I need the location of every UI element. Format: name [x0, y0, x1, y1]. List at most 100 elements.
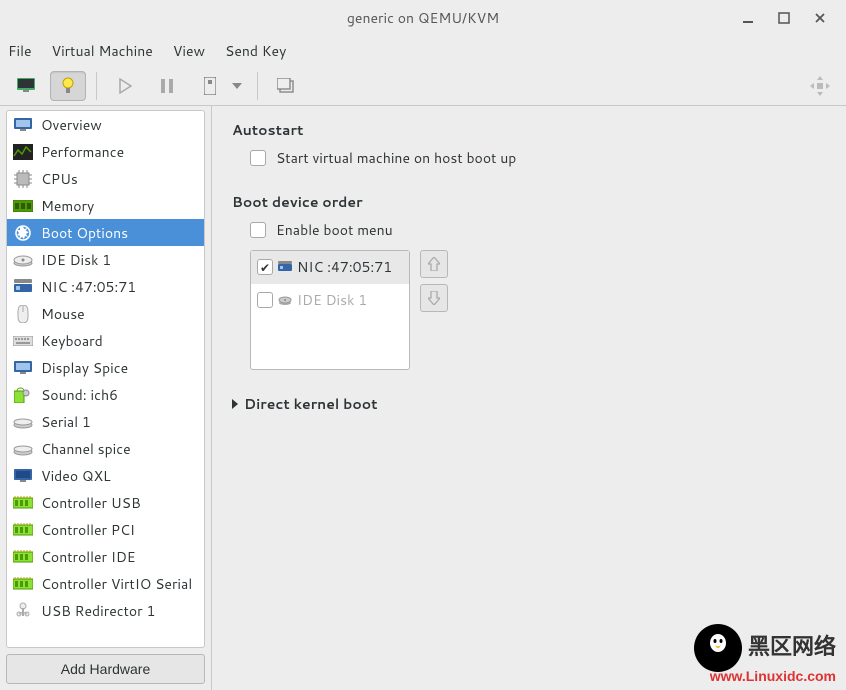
sidebar-item-label: Overview — [41, 115, 102, 135]
boot-device-label: NIC :47:05:71 — [297, 257, 392, 277]
sidebar-item-icon — [13, 196, 33, 216]
sidebar-item-cpus[interactable]: CPUs — [7, 165, 204, 192]
sidebar-item-label: Sound: ich6 — [41, 385, 118, 405]
close-icon — [814, 12, 826, 24]
add-hardware-button[interactable]: Add Hardware — [6, 654, 205, 684]
arrow-up-icon — [428, 257, 440, 271]
autostart-label: Start virtual machine on host boot up — [276, 148, 516, 168]
sidebar-item-video-qxl[interactable]: Video QXL — [7, 462, 204, 489]
snapshot-button[interactable] — [268, 71, 304, 101]
sidebar-item-icon — [13, 331, 33, 351]
sidebar-item-controller-virtio-serial[interactable]: Controller VirtIO Serial — [7, 570, 204, 597]
boot-device-row[interactable]: NIC :47:05:71 — [251, 251, 409, 284]
boot-device-label: IDE Disk 1 — [297, 290, 367, 310]
sidebar-item-nic-47-05-71[interactable]: NIC :47:05:71 — [7, 273, 204, 300]
sidebar-item-boot-options[interactable]: Boot Options — [7, 219, 204, 246]
menu-virtual-machine[interactable]: Virtual Machine — [52, 41, 153, 61]
sidebar-item-label: Performance — [41, 142, 124, 162]
sidebar-item-icon — [13, 277, 33, 297]
disk-icon — [277, 292, 293, 308]
menu-view[interactable]: View — [173, 41, 205, 61]
menu-send-key[interactable]: Send Key — [225, 41, 286, 61]
chevron-down-icon — [232, 83, 242, 89]
enable-boot-menu-checkbox[interactable] — [250, 222, 266, 238]
sidebar-item-icon — [13, 574, 33, 594]
toolbar — [0, 66, 846, 106]
sidebar-item-label: Controller VirtIO Serial — [41, 574, 192, 594]
boot-device-checkbox[interactable] — [257, 259, 273, 275]
autostart-row[interactable]: Start virtual machine on host boot up — [232, 148, 826, 168]
sidebar-item-icon — [13, 601, 33, 621]
sidebar-item-label: Mouse — [41, 304, 85, 324]
shutdown-menu-arrow[interactable] — [227, 71, 247, 101]
sidebar-item-icon — [13, 223, 33, 243]
shutdown-button[interactable] — [191, 71, 227, 101]
sidebar-item-overview[interactable]: Overview — [7, 111, 204, 138]
autostart-section: Autostart Start virtual machine on host … — [232, 120, 826, 168]
maximize-button[interactable] — [778, 12, 790, 24]
sidebar-item-icon — [13, 115, 33, 135]
sidebar-item-label: Keyboard — [41, 331, 103, 351]
boot-device-checkbox[interactable] — [257, 292, 273, 308]
sidebar-item-serial-1[interactable]: Serial 1 — [7, 408, 204, 435]
toolbar-separator — [257, 72, 258, 100]
minimize-button[interactable] — [742, 12, 754, 24]
hardware-sidebar[interactable]: Overview Performance CPUs Memory Boot Option… — [6, 110, 205, 648]
sidebar-item-sound-ich6[interactable]: Sound: ich6 — [7, 381, 204, 408]
direct-kernel-boot-expander[interactable]: Direct kernel boot — [232, 394, 826, 414]
move-icon — [809, 75, 831, 97]
monitor-icon — [17, 78, 35, 93]
sidebar-item-channel-spice[interactable]: Channel spice — [7, 435, 204, 462]
sidebar-item-mouse[interactable]: Mouse — [7, 300, 204, 327]
sidebar-item-icon — [13, 358, 33, 378]
sidebar-item-label: Controller IDE — [41, 547, 136, 567]
sidebar-item-icon — [13, 385, 33, 405]
boot-options-panel: Autostart Start virtual machine on host … — [212, 106, 846, 690]
sidebar-item-display-spice[interactable]: Display Spice — [7, 354, 204, 381]
boot-move-up-button[interactable] — [420, 250, 448, 278]
sidebar-item-label: IDE Disk 1 — [41, 250, 111, 270]
sidebar-item-icon — [13, 250, 33, 270]
autostart-checkbox[interactable] — [250, 150, 266, 166]
lightbulb-icon — [61, 77, 75, 95]
details-view-button[interactable] — [50, 71, 86, 101]
arrow-down-icon — [428, 291, 440, 305]
sidebar-item-memory[interactable]: Memory — [7, 192, 204, 219]
toolbar-separator — [96, 72, 97, 100]
boot-device-list[interactable]: NIC :47:05:71 IDE Disk 1 — [250, 250, 410, 370]
sidebar-item-usb-redirector-1[interactable]: USB Redirector 1 — [7, 597, 204, 624]
console-view-button[interactable] — [8, 71, 44, 101]
sidebar-item-label: CPUs — [41, 169, 78, 189]
sidebar-item-controller-usb[interactable]: Controller USB — [7, 489, 204, 516]
direct-kernel-boot-label: Direct kernel boot — [244, 394, 378, 414]
sidebar-item-label: Controller USB — [41, 493, 141, 513]
sidebar-item-icon — [13, 520, 33, 540]
sidebar-item-icon — [13, 412, 33, 432]
sidebar-item-keyboard[interactable]: Keyboard — [7, 327, 204, 354]
close-button[interactable] — [814, 12, 826, 24]
expander-triangle-icon — [232, 399, 238, 409]
run-button[interactable] — [107, 71, 143, 101]
sidebar-item-label: Boot Options — [41, 223, 128, 243]
autostart-title: Autostart — [232, 120, 826, 140]
sidebar-item-label: Controller PCI — [41, 520, 135, 540]
enable-boot-menu-row[interactable]: Enable boot menu — [232, 220, 826, 240]
pause-button[interactable] — [149, 71, 185, 101]
sidebar-item-performance[interactable]: Performance — [7, 138, 204, 165]
sidebar-item-label: USB Redirector 1 — [41, 601, 155, 621]
sidebar-item-label: Memory — [41, 196, 94, 216]
sidebar-item-ide-disk-1[interactable]: IDE Disk 1 — [7, 246, 204, 273]
sidebar-item-icon — [13, 493, 33, 513]
play-icon — [118, 78, 132, 94]
window-title: generic on QEMU/KVM — [0, 8, 846, 28]
boot-move-down-button[interactable] — [420, 284, 448, 312]
sidebar-item-controller-ide[interactable]: Controller IDE — [7, 543, 204, 570]
send-key-indicator[interactable] — [802, 71, 838, 101]
boot-order-title: Boot device order — [232, 192, 826, 212]
sidebar-item-controller-pci[interactable]: Controller PCI — [7, 516, 204, 543]
enable-boot-menu-label: Enable boot menu — [276, 220, 393, 240]
sidebar-item-icon — [13, 142, 33, 162]
menu-file[interactable]: File — [8, 41, 32, 61]
menubar: File Virtual Machine View Send Key — [0, 36, 846, 66]
boot-device-row[interactable]: IDE Disk 1 — [251, 284, 409, 317]
